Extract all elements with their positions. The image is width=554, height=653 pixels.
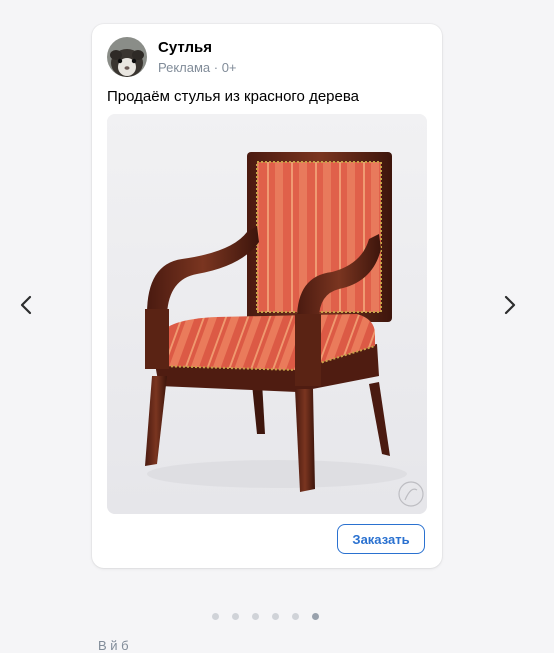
carousel-dot[interactable] [232,613,239,620]
cut-off-footer-text: В й б [98,638,129,653]
carousel-next-button[interactable] [497,293,521,317]
carousel-dot[interactable] [292,613,299,620]
carousel-dot[interactable] [212,613,219,620]
ad-meta-label: Реклама · 0+ [158,60,237,75]
chevron-right-icon [504,295,516,315]
ad-text: Продаём стулья из красного дерева [107,88,359,105]
brand-name[interactable]: Сутлья [158,39,212,56]
guinea-pig-avatar-icon [107,37,147,77]
carousel-dots [212,613,319,620]
carousel-dot-active[interactable] [312,613,319,620]
order-button[interactable]: Заказать [337,524,425,554]
brand-avatar[interactable] [107,37,147,77]
carousel-prev-button[interactable] [15,293,39,317]
chevron-left-icon [20,295,32,315]
ad-card[interactable]: Сутлья Реклама · 0+ Продаём стулья из кр… [92,24,442,568]
carousel-dot[interactable] [252,613,259,620]
chair-photo [107,114,427,514]
ad-image[interactable] [107,114,427,514]
carousel-dot[interactable] [272,613,279,620]
